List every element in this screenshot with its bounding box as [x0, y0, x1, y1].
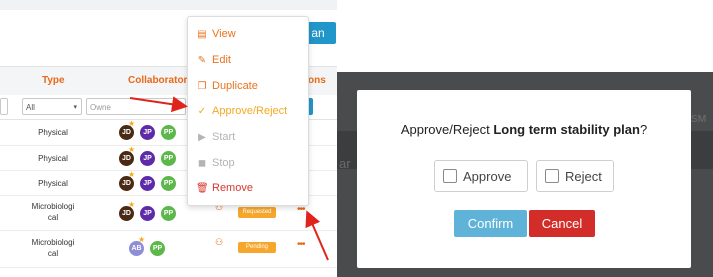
- question-prefix: Approve/Reject: [400, 122, 494, 137]
- avatar[interactable]: JP: [139, 175, 156, 192]
- menu-item-label: Start: [212, 131, 236, 143]
- chevron-down-icon: ▾: [73, 104, 77, 111]
- menu-item-view[interactable]: ▤ View: [196, 25, 236, 43]
- type-cell: Microbiologi cal: [22, 237, 84, 259]
- star-icon: ★: [128, 170, 136, 179]
- approve-option[interactable]: Approve: [434, 160, 528, 192]
- header-actions[interactable]: ons: [308, 67, 326, 95]
- menu-item-label: Approve/Reject: [212, 105, 288, 117]
- type-filter-select[interactable]: All ▾: [22, 98, 82, 115]
- document-icon: ▤: [197, 29, 207, 40]
- modal-question: Approve/Reject Long term stability plan?: [357, 122, 691, 137]
- menu-item-duplicate[interactable]: ❐ Duplicate: [196, 77, 258, 95]
- stop-icon: ◼: [197, 158, 207, 169]
- table-row[interactable]: Microbiologi cal AB ★ PP ⚇ Pending •••: [0, 231, 337, 268]
- avatar[interactable]: PP: [160, 150, 177, 167]
- background-text: ar: [339, 156, 351, 171]
- duplicate-icon: ❐: [197, 81, 207, 92]
- menu-item-label: Edit: [212, 54, 231, 66]
- reject-checkbox[interactable]: [545, 169, 559, 183]
- filter-partial-input[interactable]: [0, 98, 8, 115]
- star-icon: ★: [138, 235, 146, 244]
- type-cell: Physical: [38, 154, 68, 163]
- menu-item-label: Duplicate: [212, 80, 258, 92]
- avatar[interactable]: PP: [149, 240, 166, 257]
- avatar[interactable]: PP: [160, 124, 177, 141]
- approve-reject-modal: Approve/Reject Long term stability plan?…: [357, 90, 691, 268]
- approve-reject-dialog-panel: sм ar Approve/Reject Long term stability…: [337, 0, 713, 277]
- header-collaborators[interactable]: Collaborators: [128, 67, 193, 95]
- menu-item-label: Remove: [212, 182, 253, 194]
- header-type[interactable]: Type: [42, 67, 65, 95]
- type-cell-line: Microbiologi: [31, 202, 75, 211]
- avatar[interactable]: PP: [160, 205, 177, 222]
- question-suffix: ?: [639, 122, 648, 137]
- edit-icon: ✎: [197, 55, 207, 66]
- approve-label: Approve: [463, 169, 512, 184]
- reject-label: Reject: [565, 169, 602, 184]
- menu-item-label: Stop: [212, 157, 235, 169]
- status-badge: Pending: [238, 242, 276, 253]
- top-toolbar: [0, 0, 337, 10]
- menu-item-stop[interactable]: ◼ Stop: [196, 154, 235, 172]
- approve-checkbox[interactable]: [443, 169, 457, 183]
- type-cell: Physical: [38, 179, 68, 188]
- type-cell-line: cal: [47, 249, 59, 258]
- menu-item-label: View: [212, 28, 236, 40]
- background-text: sм: [691, 110, 707, 125]
- menu-item-approve-reject[interactable]: ✓ Approve/Reject: [196, 102, 287, 120]
- avatar[interactable]: PP: [160, 175, 177, 192]
- star-icon: ★: [128, 145, 136, 154]
- confirm-button[interactable]: Confirm: [454, 210, 527, 237]
- owner-filter-placeholder: Owne: [90, 103, 111, 112]
- avatar[interactable]: JP: [139, 205, 156, 222]
- menu-item-edit[interactable]: ✎ Edit: [196, 51, 231, 69]
- users-icon[interactable]: ⚇: [215, 237, 223, 248]
- type-filter-value: All: [26, 103, 35, 112]
- task-table-panel: an Type Collaborators ons All ▾ Owne Phy…: [0, 0, 337, 277]
- menu-item-start[interactable]: ▶ Start: [196, 128, 235, 146]
- type-cell: Physical: [38, 128, 68, 137]
- avatar[interactable]: JP: [139, 124, 156, 141]
- reject-option[interactable]: Reject: [536, 160, 614, 192]
- type-cell-line: cal: [47, 213, 59, 222]
- star-icon: ★: [128, 200, 136, 209]
- row-actions-menu: ▤ View ✎ Edit ❐ Duplicate ✓ Approve/Reject ▶…: [187, 16, 309, 206]
- type-cell-line: Microbiologi: [31, 238, 75, 247]
- play-icon: ▶: [198, 132, 206, 143]
- trash-icon: 🗑: [196, 183, 209, 194]
- plan-name: Long term stability plan: [493, 122, 640, 137]
- avatar[interactable]: JP: [139, 150, 156, 167]
- status-badge: Requested: [238, 207, 276, 218]
- star-icon: ★: [128, 119, 136, 128]
- type-cell: Microbiologi cal: [22, 201, 84, 223]
- cancel-button[interactable]: Cancel: [529, 210, 595, 237]
- owner-filter-input[interactable]: Owne: [86, 98, 186, 115]
- menu-item-remove[interactable]: 🗑 Remove: [196, 179, 253, 197]
- check-circle-icon: ✓: [197, 106, 207, 117]
- more-actions-icon[interactable]: •••: [297, 239, 305, 250]
